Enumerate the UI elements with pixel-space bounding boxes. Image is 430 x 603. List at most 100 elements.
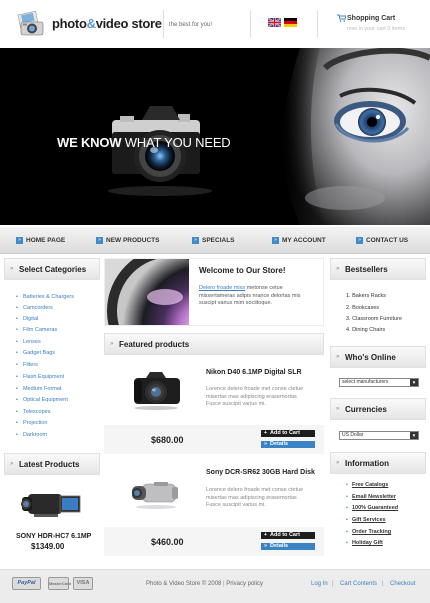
- info-link[interactable]: Email Newsletter: [346, 494, 396, 500]
- main-nav: » HOME PAGE » NEW PRODUCTS » SPECIALS » …: [0, 226, 430, 254]
- welcome-text-line3: suscipt varius mim sociitoque.: [199, 300, 273, 306]
- category-link[interactable]: Batteries & Chargers: [16, 294, 74, 300]
- add-to-cart-label: Add to Cart: [270, 430, 300, 436]
- product-description: Lorence delero froade met conse ctetue mi…: [206, 487, 324, 510]
- welcome-text: Delero froade mixs metonse cetue misxerta…: [199, 285, 321, 308]
- info-link[interactable]: Free Catalogs: [346, 482, 388, 488]
- product-name[interactable]: Sony DCR-SR62 30GB Hard Disk: [206, 469, 315, 476]
- chevron-down-icon: ▼: [410, 379, 418, 386]
- hero-banner: WE KNOW WHAT YOU NEED: [0, 48, 430, 225]
- info-link[interactable]: Holiday Gift: [346, 540, 383, 546]
- store-logo-text[interactable]: photo&video store: [52, 16, 162, 31]
- nikon-camera-image[interactable]: [128, 368, 184, 412]
- nav-home[interactable]: HOME PAGE: [26, 237, 65, 244]
- footer-separator: |: [332, 581, 334, 587]
- category-link[interactable]: Telescopes: [16, 409, 51, 415]
- categories-header: » Select Categories: [4, 258, 100, 280]
- product-name[interactable]: Nikon D40 6.1MP Digital SLR: [206, 369, 302, 376]
- header-divider: [250, 10, 251, 38]
- chevron-right-icon: »: [336, 266, 340, 272]
- product-price: $460.00: [151, 537, 184, 547]
- bestseller-item[interactable]: 3. Classroom Furniture: [346, 316, 402, 322]
- category-link[interactable]: Film Cameras: [16, 327, 57, 333]
- category-link[interactable]: Lenses: [16, 339, 41, 345]
- chevron-right-icon: »: [336, 460, 340, 466]
- chevron-right-icon: »: [336, 406, 340, 412]
- welcome-title: Welcome to Our Store!: [199, 266, 286, 275]
- product-description: Lorence delero froade met conse ctetue mi…: [206, 386, 324, 409]
- nav-my-account[interactable]: MY ACCOUNT: [282, 237, 326, 244]
- footer-checkout-link[interactable]: Checkout: [390, 581, 415, 587]
- details-label: Details: [270, 441, 289, 447]
- nav-specials[interactable]: SPECIALS: [202, 237, 235, 244]
- featured-header: » Featured products: [104, 333, 324, 355]
- welcome-text-link[interactable]: Delero froade mixs: [199, 285, 245, 291]
- chevron-right-icon: »: [10, 461, 14, 467]
- category-link[interactable]: Darkroom: [16, 432, 47, 438]
- logo-brand: photo: [52, 16, 87, 31]
- category-link[interactable]: Flash Equipment: [16, 374, 64, 380]
- product-desc-line: misertas mas adipiscing erasemortas: [206, 393, 297, 400]
- bestseller-label: Bakers Racks: [352, 293, 387, 299]
- footer-separator: |: [382, 581, 384, 587]
- whos-online-title: Who's Online: [345, 353, 396, 362]
- bestseller-label: Bookcases: [352, 305, 380, 311]
- info-link[interactable]: Gift Services: [346, 517, 386, 523]
- category-link[interactable]: Medium Format: [16, 386, 62, 392]
- details-button[interactable]: » Details: [261, 441, 315, 448]
- mastercard-badge: MasterCard: [48, 577, 71, 590]
- nav-arrow-icon: »: [192, 237, 199, 244]
- logo-rest: video store: [95, 16, 162, 31]
- visa-badge: VISA: [73, 577, 93, 590]
- paypal-badge: PayPal: [12, 577, 41, 590]
- bestseller-item[interactable]: 1. Bakers Racks: [346, 293, 386, 299]
- featured-title: Featured products: [119, 340, 190, 349]
- bestsellers-title: Bestsellers: [345, 265, 388, 274]
- german-flag-icon[interactable]: [284, 18, 297, 27]
- camcorder-product-image[interactable]: [16, 484, 86, 526]
- category-link[interactable]: Projection: [16, 420, 47, 426]
- info-link[interactable]: 100% Guaranteed: [346, 505, 398, 511]
- product-price: $680.00: [151, 435, 184, 445]
- currencies-title: Currencies: [345, 405, 387, 414]
- category-link[interactable]: Gadget Bags: [16, 350, 55, 356]
- cart-summary: now in your cart 0 items: [347, 26, 406, 32]
- add-to-cart-button[interactable]: + Add to Cart: [261, 532, 315, 539]
- manufacturers-select-value: select manufacturers: [342, 379, 389, 385]
- product-desc-line: Fusce suscipit varius mi.: [206, 401, 266, 407]
- chevron-right-icon: »: [263, 441, 268, 447]
- add-to-cart-label: Add to Cart: [270, 532, 300, 538]
- add-to-cart-button[interactable]: + Add to Cart: [261, 430, 315, 437]
- site-header: photo&video store the best for you! Shop…: [0, 0, 430, 48]
- shopping-cart-link[interactable]: Shopping Cart: [347, 15, 395, 22]
- nav-new-products[interactable]: NEW PRODUCTS: [106, 237, 159, 244]
- bestseller-item[interactable]: 4. Dining Chairs: [346, 327, 385, 333]
- shopping-cart-icon[interactable]: [337, 14, 347, 22]
- category-link[interactable]: Digital: [16, 316, 38, 322]
- copyright: Photo & Video Store © 2008 | Privacy pol…: [146, 581, 263, 587]
- category-link[interactable]: Optical Equipment: [16, 397, 68, 403]
- copyright-text: Photo & Video Store © 2008: [146, 581, 222, 587]
- english-flag-icon[interactable]: [267, 17, 282, 28]
- category-link[interactable]: Camcorders: [16, 305, 53, 311]
- camera-logo-icon[interactable]: [16, 10, 46, 38]
- category-link[interactable]: Filters: [16, 362, 38, 368]
- lens-image: [105, 259, 189, 325]
- sony-camcorder-image[interactable]: [126, 472, 186, 512]
- manufacturers-select[interactable]: select manufacturers ▼: [339, 378, 419, 387]
- footer-login-link[interactable]: Log In: [311, 581, 328, 587]
- privacy-policy-link[interactable]: Privacy policy: [226, 581, 263, 587]
- currency-select[interactable]: US Dollar ▼: [339, 431, 419, 440]
- bestseller-item[interactable]: 2. Bookcases: [346, 305, 379, 311]
- info-link[interactable]: Order Tracking: [346, 529, 391, 535]
- currency-select-value: US Dollar: [342, 432, 364, 438]
- details-button[interactable]: » Details: [261, 543, 315, 550]
- nav-contact-us[interactable]: CONTACT US: [366, 237, 408, 244]
- latest-product-name[interactable]: SONY HDR-HC7 6.1MP: [16, 533, 91, 540]
- bestseller-label: Classroom Furniture: [352, 316, 402, 322]
- logo-amp: &: [86, 16, 96, 31]
- tagline: the best for you!: [169, 22, 213, 28]
- footer-cart-contents-link[interactable]: Cart Contents: [340, 581, 377, 587]
- nav-arrow-icon: »: [272, 237, 279, 244]
- banner-headline-bold: WE KNOW: [57, 135, 122, 150]
